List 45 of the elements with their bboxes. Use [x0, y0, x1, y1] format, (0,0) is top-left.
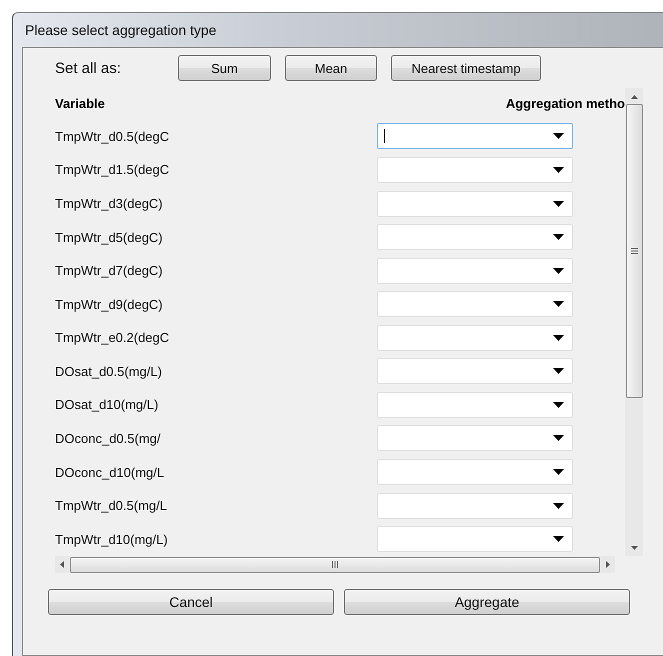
action-button[interactable]: Cancel [48, 589, 334, 615]
scroll-thumb[interactable] [626, 104, 642, 398]
variable-name: DOconc_d10(mg/L [55, 464, 166, 480]
scroll-up-icon [630, 92, 638, 100]
dropdown-arrow-icon [553, 502, 564, 509]
variable-name: TmpWtr_d9(degC) [55, 296, 164, 312]
variable-name: DOsat_d10(mg/L) [55, 397, 160, 412]
dropdown-arrow-icon [553, 301, 564, 308]
column-header: Variable [55, 96, 106, 112]
dropdown-arrow-icon [553, 334, 564, 341]
window-title: Please select aggregation type [24, 21, 218, 40]
grip-icon [630, 248, 638, 254]
variable-name: TmpWtr_e0.2(degC [55, 330, 170, 346]
set-all-button[interactable]: Nearest timestamp [391, 55, 541, 81]
text-cursor [384, 129, 385, 144]
variable-name: TmpWtr_d1.5(degC [55, 162, 170, 178]
dropdown-arrow-icon [553, 469, 564, 475]
dropdown-arrow-icon [553, 200, 564, 206]
scroll-right-icon [604, 561, 611, 568]
variable-name: DOsat_d0.5(mg/L) [55, 364, 163, 379]
scroll-down-icon [630, 544, 638, 552]
variable-name: TmpWtr_d7(degC) [55, 263, 164, 278]
variable-name: TmpWtr_d5(degC) [55, 230, 164, 245]
action-button[interactable]: Aggregate [344, 589, 630, 615]
dropdown-arrow-icon [553, 133, 564, 140]
scroll-left-icon [59, 561, 66, 568]
dropdown-arrow-icon [553, 166, 564, 173]
dropdown-arrow-icon [553, 402, 564, 408]
dropdown-arrow-icon [553, 435, 564, 442]
aggregation-dropdown[interactable] [377, 123, 573, 150]
set-all-button[interactable]: Sum [178, 55, 271, 81]
variable-name: TmpWtr_d0.5(degC [55, 128, 170, 144]
set-all-label: Set all as: [55, 60, 122, 76]
dropdown-arrow-icon [553, 536, 564, 542]
dropdown-arrow-icon [553, 368, 564, 374]
variable-name: TmpWtr_d10(mg/L) [55, 532, 169, 547]
variable-name: DOconc_d0.5(mg/ [55, 430, 162, 446]
vertical-scrollbar[interactable] [625, 88, 643, 556]
dropdown-arrow-icon [553, 268, 564, 274]
grip-icon [332, 561, 338, 568]
variable-name: TmpWtr_d0.5(mg/L [55, 498, 168, 514]
variable-name: TmpWtr_d3(degC) [55, 196, 164, 211]
set-all-button[interactable]: Mean [285, 55, 377, 81]
column-header: Aggregation metho [504, 96, 625, 112]
dropdown-arrow-icon [553, 234, 564, 240]
